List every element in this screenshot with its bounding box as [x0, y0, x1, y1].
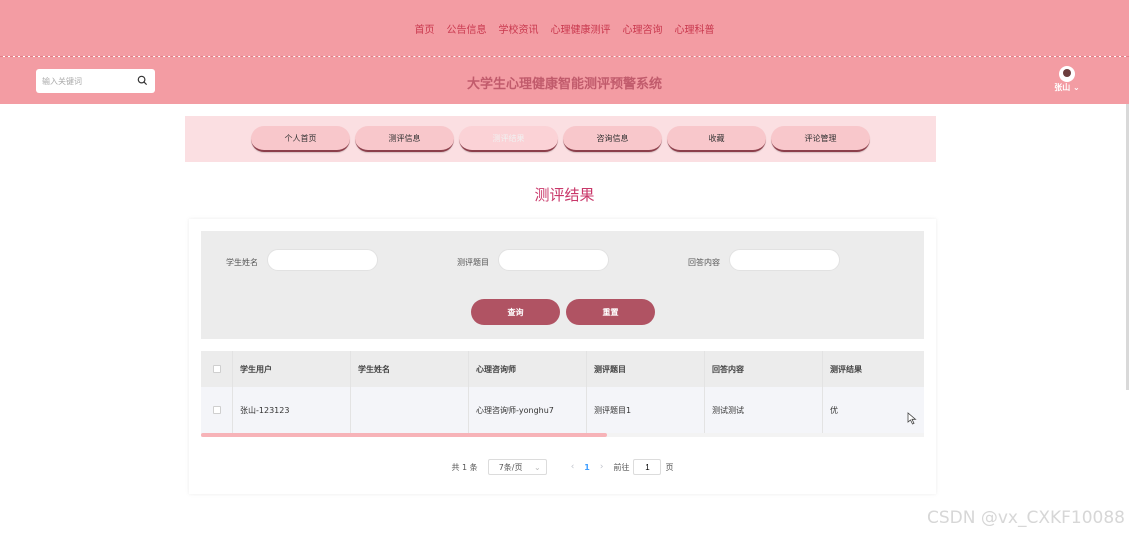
goto-label: 前往: [613, 462, 630, 472]
nav-link-assessment[interactable]: 心理健康测评: [551, 21, 611, 36]
tab-assessment-results[interactable]: 测评结果: [459, 126, 558, 152]
filter-panel: 学生姓名 测评题目 回答内容 查询 重置: [201, 231, 924, 339]
scrollbar-thumb[interactable]: [201, 433, 607, 437]
answer-label: 回答内容: [688, 258, 720, 267]
tab-consulting-info[interactable]: 咨询信息: [563, 126, 662, 152]
nav-link-school-news[interactable]: 学校资讯: [499, 21, 539, 36]
table-cell: 心理咨询师-yonghu7: [469, 387, 587, 433]
page-suffix-label: 页: [665, 462, 674, 472]
user-name[interactable]: 张山: [1054, 83, 1070, 92]
prev-page-icon[interactable]: ‹: [571, 462, 575, 472]
page-size-value: 7条/页: [498, 462, 523, 472]
nav-link-science[interactable]: 心理科普: [675, 21, 715, 36]
top-nav: 首页 公告信息 学校资讯 心理健康测评 心理咨询 心理科普: [0, 0, 1129, 56]
nav-link-consulting[interactable]: 心理咨询: [623, 21, 663, 36]
current-page-number[interactable]: 1: [584, 463, 590, 472]
tab-personal-home[interactable]: 个人首页: [251, 126, 350, 152]
nav-link-announcements[interactable]: 公告信息: [447, 21, 487, 36]
table-row[interactable]: 张山-123123 心理咨询师-yonghu7 测评题目1 测试测试 优: [201, 387, 924, 433]
mouse-cursor-icon: [907, 412, 917, 425]
tab-comments[interactable]: 评论管理: [771, 126, 870, 152]
next-page-icon[interactable]: ›: [600, 462, 604, 472]
row-checkbox[interactable]: [212, 406, 221, 414]
header: 大学生心理健康智能测评预警系统 张山 ⌄: [0, 57, 1129, 104]
select-all-checkbox[interactable]: [212, 365, 221, 373]
center-tabbar: 个人首页 测评信息 测评结果 咨询信息 收藏 评论管理: [185, 116, 936, 162]
query-button[interactable]: 查询: [471, 299, 560, 325]
table-cell: 优: [830, 405, 838, 415]
page-title: 测评结果: [534, 186, 595, 204]
tab-favorites[interactable]: 收藏: [667, 126, 766, 152]
chevron-down-icon[interactable]: ⌄: [1073, 83, 1080, 92]
chevron-down-icon: ⌄: [533, 462, 541, 472]
nav-link-home[interactable]: 首页: [415, 21, 435, 36]
pagination: 共 1 条 7条/页 ⌄ ‹ 1 › 前往 页: [189, 459, 936, 475]
pagination-total: 共 1 条: [451, 462, 478, 472]
column-header[interactable]: 学生姓名: [351, 351, 469, 387]
table-header: 学生用户 学生姓名 心理咨询师 测评题目 回答内容 测评结果: [201, 351, 924, 387]
column-header[interactable]: 回答内容: [705, 351, 823, 387]
results-table: 学生用户 学生姓名 心理咨询师 测评题目 回答内容 测评结果 张山-123123…: [201, 351, 924, 433]
column-header[interactable]: 测评题目: [587, 351, 705, 387]
student-name-input[interactable]: [267, 249, 378, 271]
table-horizontal-scrollbar[interactable]: [201, 433, 924, 437]
table-cell: 测评题目1: [587, 387, 705, 433]
table-cell: [351, 387, 469, 433]
tab-assessment-info[interactable]: 测评信息: [355, 126, 454, 152]
user-menu[interactable]: 张山 ⌄: [1051, 66, 1083, 93]
page-size-select[interactable]: 7条/页 ⌄: [487, 459, 547, 475]
goto-page-input[interactable]: [633, 459, 662, 475]
question-label: 测评题目: [457, 258, 489, 267]
column-header[interactable]: 测评结果: [823, 351, 924, 387]
student-name-label: 学生姓名: [226, 258, 258, 267]
column-header[interactable]: 学生用户: [233, 351, 351, 387]
table-cell: 测试测试: [705, 387, 823, 433]
results-card: 学生姓名 测评题目 回答内容 查询 重置 学生用户 学生姓名 心理咨询师 测评题…: [189, 219, 936, 494]
table-cell: 张山-123123: [233, 387, 351, 433]
reset-button[interactable]: 重置: [566, 299, 655, 325]
site-title: 大学生心理健康智能测评预警系统: [466, 77, 662, 92]
watermark: CSDN @vx_CXKF10088: [926, 508, 1125, 528]
question-input[interactable]: [498, 249, 609, 271]
column-header[interactable]: 心理咨询师: [469, 351, 587, 387]
answer-input[interactable]: [729, 249, 840, 271]
avatar[interactable]: [1059, 66, 1075, 82]
